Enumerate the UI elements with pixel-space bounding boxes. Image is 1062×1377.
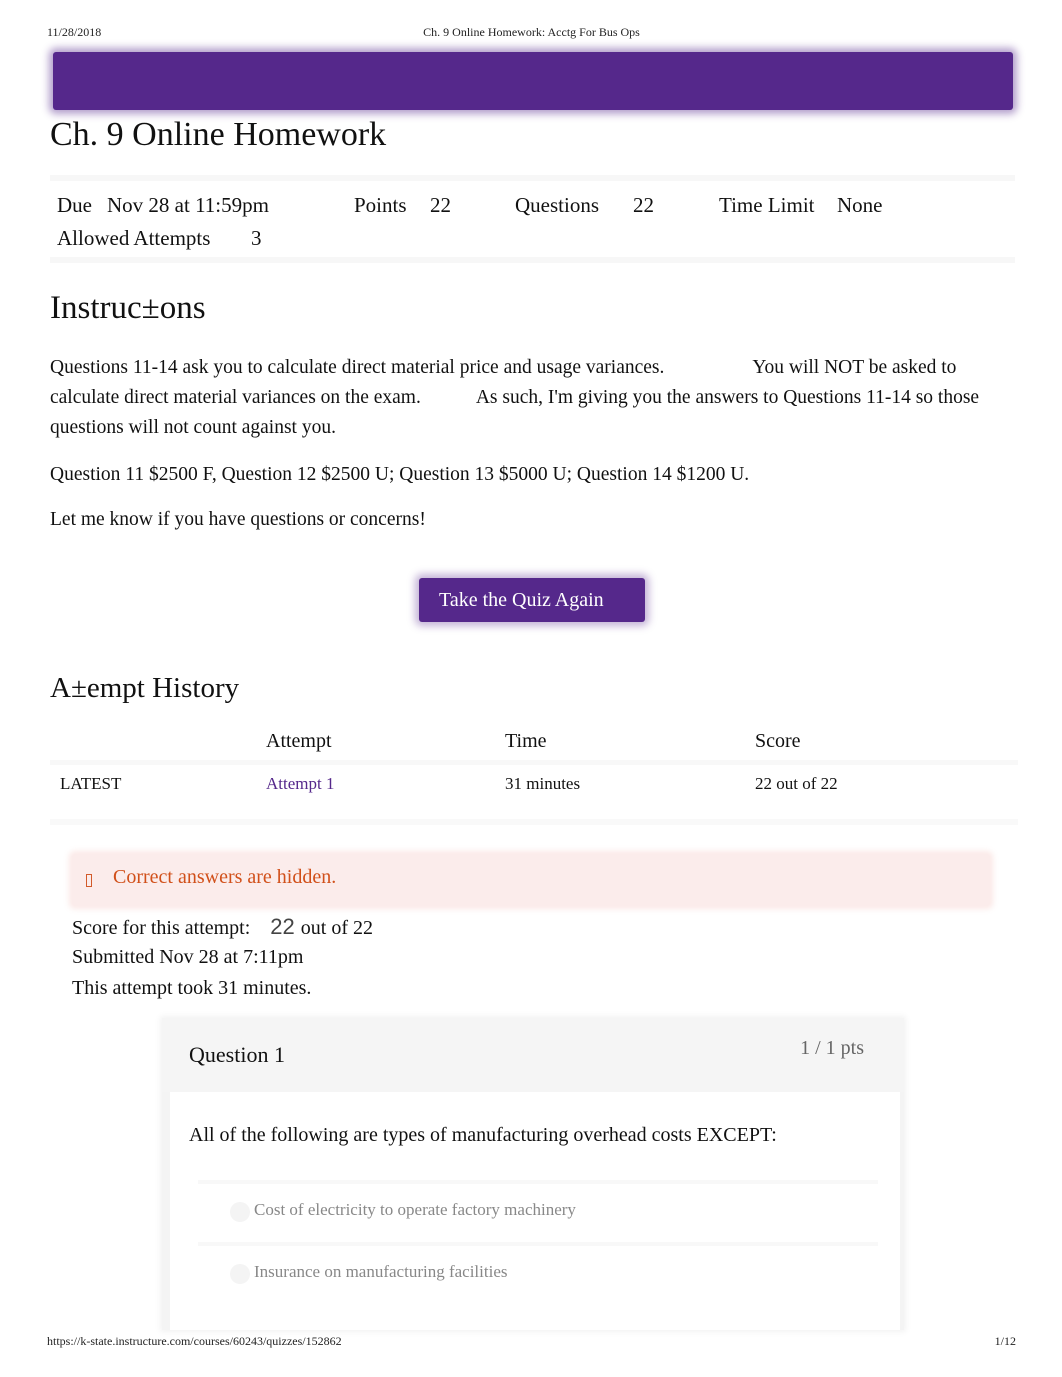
time-limit-value: None [837,193,883,217]
score-for-attempt: Score for this attempt: 22 out of 22 [72,914,373,940]
take-quiz-again-button[interactable]: Take the Quiz Again [419,578,645,622]
attempt-history-table: Attempt Time Score LATEST Attempt 1 31 m… [50,725,1018,835]
time-limit-label: Time Limit [719,193,815,217]
answer-text: Insurance on manufacturing facilities [254,1262,508,1281]
answer-text: Cost of electricity to operate factory m… [254,1200,576,1219]
question-title: Question 1 [189,1042,285,1067]
allowed-attempts-label: Allowed Attempts [57,226,211,250]
instructions-answers: Question 11 $2500 F, Question 12 $2500 U… [50,464,750,485]
quiz-details: Due Nov 28 at 11:59pm Points 22 Question… [50,175,1015,263]
score-label: Score for this attempt: [72,917,251,939]
print-header: 11/28/2018 Ch. 9 Online Homework: Acctg … [47,25,1016,41]
radio-icon [230,1202,250,1222]
column-header-time: Time [505,730,547,752]
questions-value: 22 [633,193,654,217]
radio-icon [230,1264,250,1284]
allowed-attempts-value: 3 [251,226,262,250]
alert-text: Correct answers are hidden. [113,866,337,888]
score-total: out of 22 [300,917,373,939]
question-header: Question 1 1 / 1 pts [162,1018,904,1092]
correct-answers-hidden-alert: Correct answers are hidden. [72,854,990,906]
attempt-time: 31 minutes [505,774,581,793]
questions-label: Questions [515,193,599,217]
points-value: 22 [430,193,451,217]
print-page-number: 1/12 [994,1334,1016,1348]
page-title: Ch. 9 Online Homework [50,116,387,153]
due-value: Nov 28 at 11:59pm [107,193,269,217]
question-card: Question 1 1 / 1 pts All of the followin… [162,1018,904,1330]
instructions-heading: Instruc±ons [50,290,206,326]
question-text: All of the following are types of manufa… [189,1124,777,1146]
attempt-1-link[interactable]: Attempt 1 [266,774,334,794]
points-label: Points [354,193,407,217]
attempt-score: 22 out of 22 [755,774,838,793]
latest-label: LATEST [60,774,122,793]
answer-option: Cost of electricity to operate factory m… [198,1180,878,1238]
question-points: 1 / 1 pts [800,1037,864,1059]
column-header-score: Score [755,730,801,752]
attempt-history-heading: A±empt History [50,672,240,704]
print-url: https://k-state.instructure.com/courses/… [47,1334,342,1348]
brand-header-bar [53,52,1013,110]
warning-icon [86,874,92,887]
print-title: Ch. 9 Online Homework: Acctg For Bus Ops [423,25,640,39]
question-body: All of the following are types of manufa… [170,1092,900,1330]
answer-option: Insurance on manufacturing facilities [198,1242,878,1300]
due-label: Due [57,193,92,217]
column-header-attempt: Attempt [266,730,332,752]
instructions-sentence-1: Questions 11-14 ask you to calculate dir… [50,357,665,378]
instructions-closing: Let me know if you have questions or con… [50,509,426,530]
table-row: LATEST Attempt 1 31 minutes 22 out of 22 [50,760,1018,825]
submitted-time: Submitted Nov 28 at 7:11pm [72,946,304,968]
score-value: 22 [270,914,295,939]
attempt-duration: This attempt took 31 minutes. [72,977,312,999]
print-footer: https://k-state.instructure.com/courses/… [47,1334,1016,1350]
instructions-paragraph-1: Questions 11-14 ask you to calculate dir… [50,353,990,443]
